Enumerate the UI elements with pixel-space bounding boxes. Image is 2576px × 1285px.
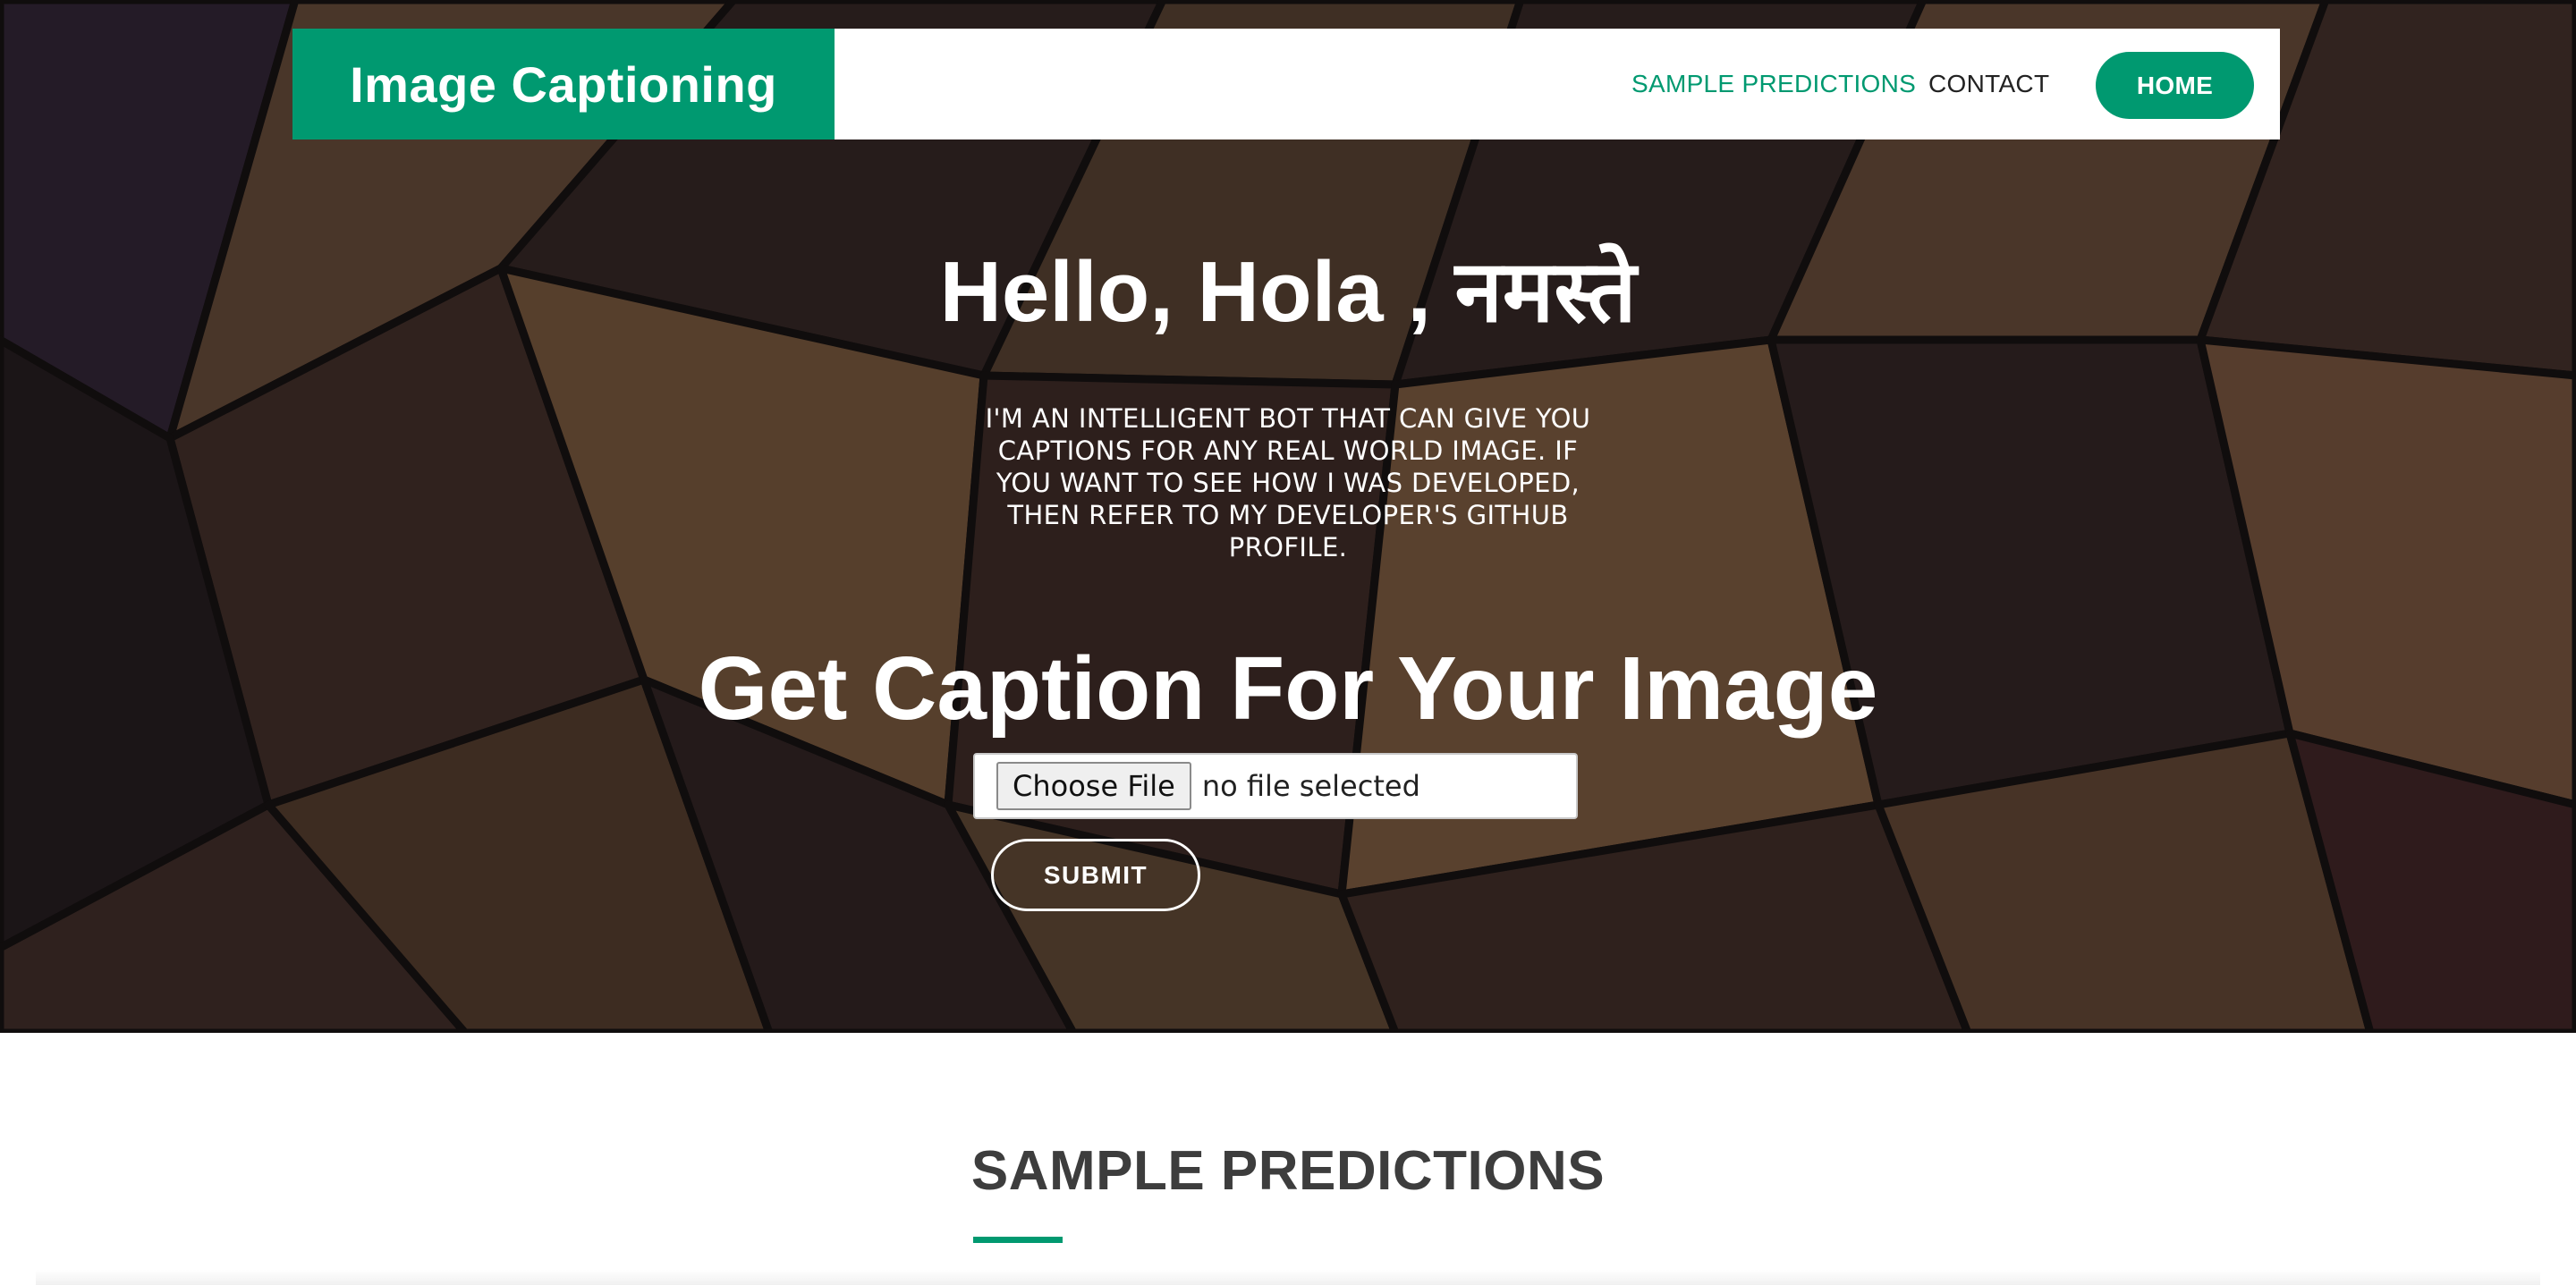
content-card-edge <box>36 1270 2540 1285</box>
nav-link-sample-predictions[interactable]: SAMPLE PREDICTIONS <box>1631 29 1916 139</box>
submit-button[interactable]: SUBMIT <box>991 839 1200 911</box>
file-status-text: no file selected <box>1201 769 1420 803</box>
heading-underline <box>973 1237 1063 1243</box>
greeting-heading: Hello, Hola , नमस्ते <box>939 244 1637 340</box>
nav-link-contact[interactable]: CONTACT <box>1928 29 2049 139</box>
navbar: Image Captioning SAMPLE PREDICTIONS CONT… <box>292 29 2280 139</box>
brand-logo[interactable]: Image Captioning <box>292 29 835 139</box>
caption-heading: Get Caption For Your Image <box>698 638 1878 739</box>
choose-file-button[interactable]: Choose File <box>996 762 1191 810</box>
sample-predictions-heading: SAMPLE PREDICTIONS <box>970 1140 1606 1202</box>
intro-text: I'M AN INTELLIGENT BOT THAT CAN GIVE YOU… <box>985 403 1591 562</box>
nav-home-button[interactable]: HOME <box>2096 52 2254 119</box>
file-upload-input[interactable]: Choose File no file selected <box>973 753 1578 819</box>
brand-title: Image Captioning <box>350 55 777 113</box>
